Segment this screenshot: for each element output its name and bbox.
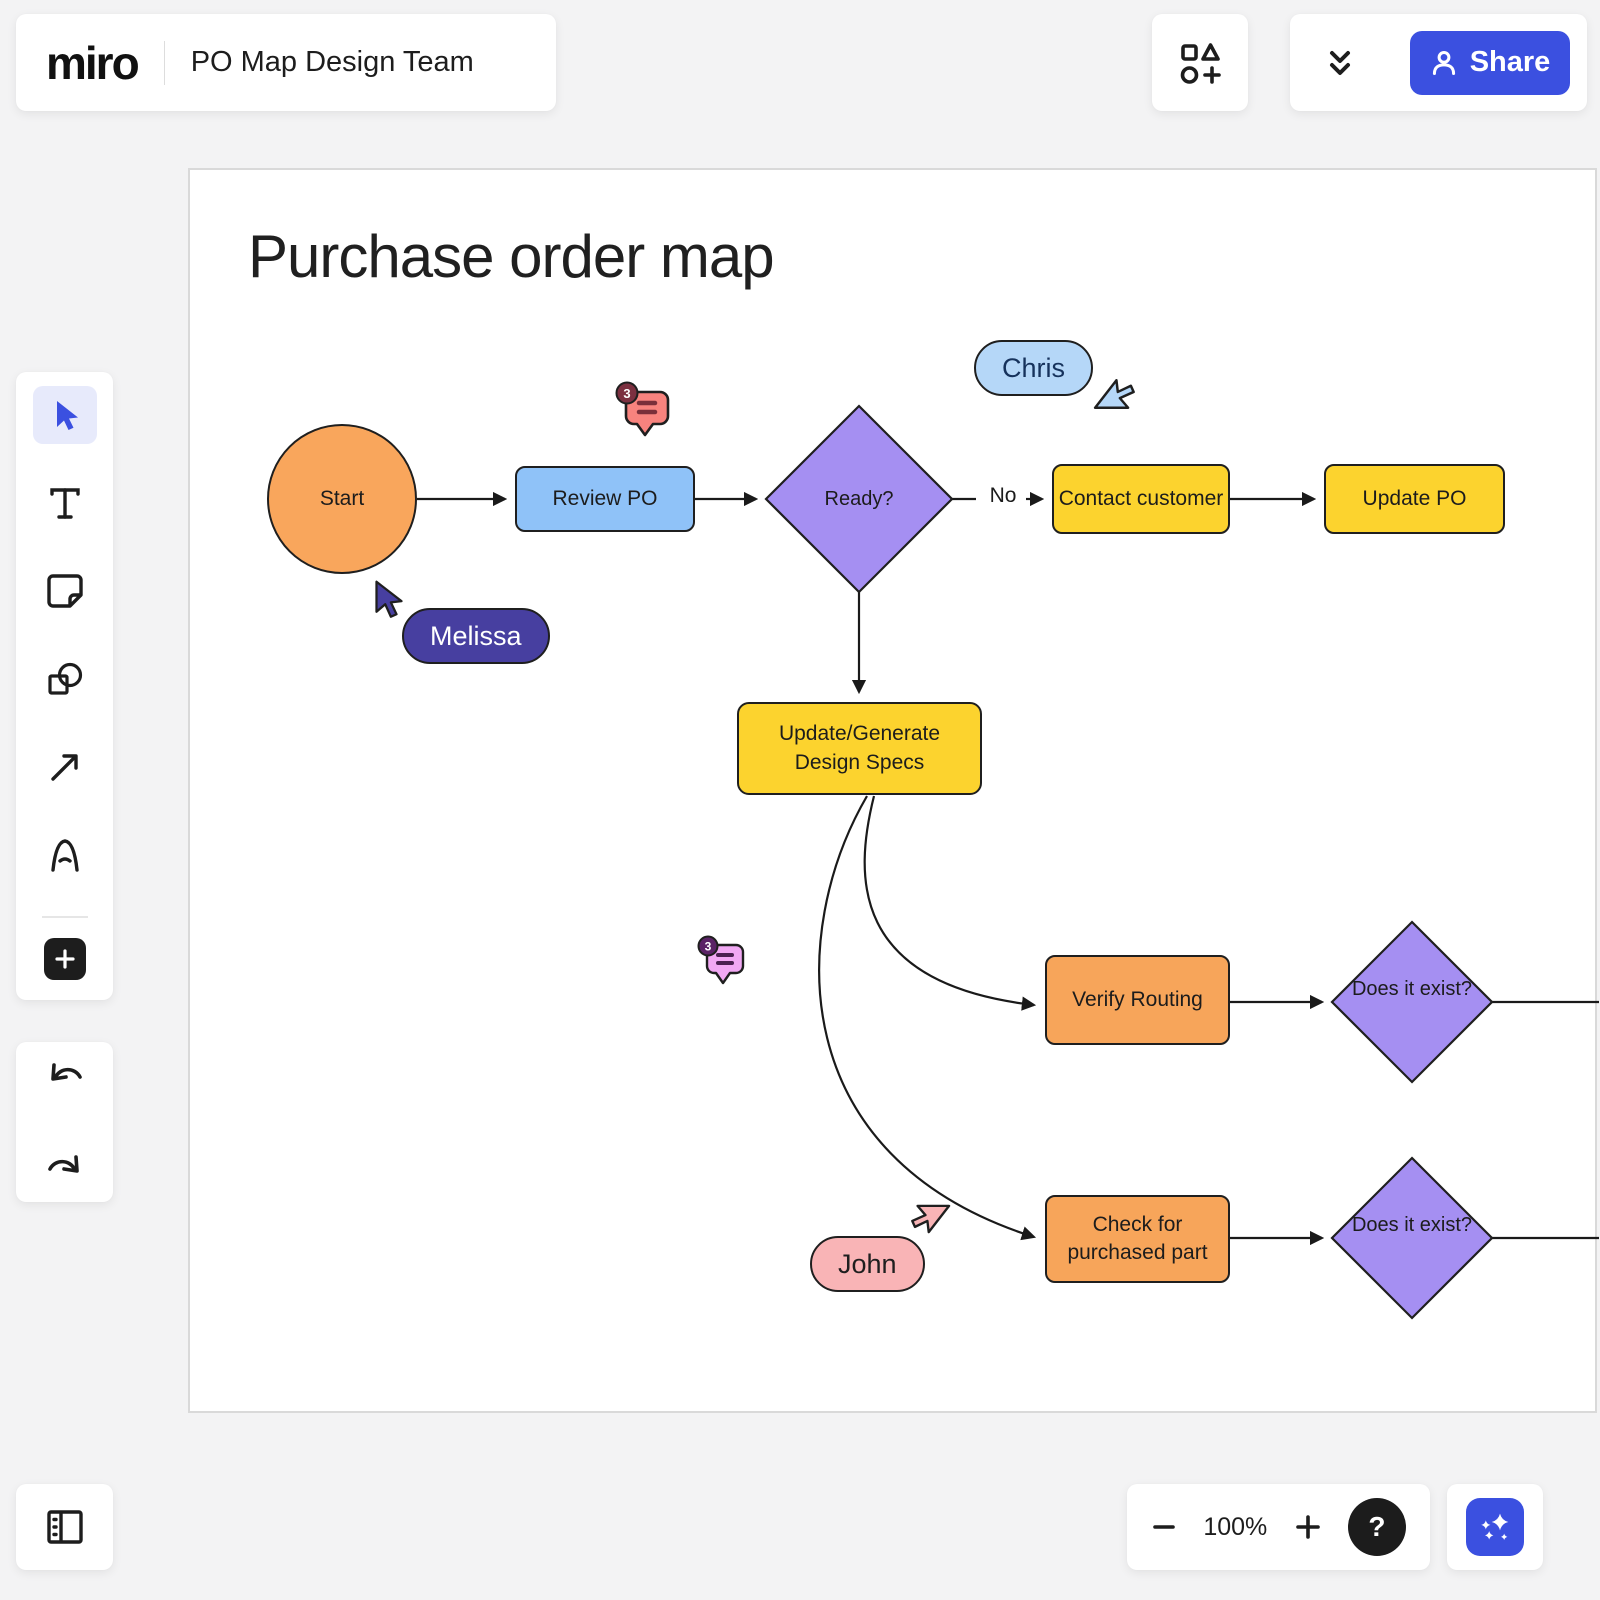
double-chevron-down-icon — [1323, 46, 1357, 80]
toolbar-divider — [42, 916, 88, 918]
node-does-it-exist-bottom-diamond[interactable] — [1332, 1158, 1492, 1318]
templates-button[interactable] — [1152, 14, 1248, 111]
node-start[interactable]: Start — [267, 424, 417, 574]
text-icon — [45, 483, 85, 523]
select-tool[interactable] — [33, 386, 97, 444]
connector-tool[interactable] — [33, 738, 97, 796]
sparkles-icon — [1475, 1507, 1515, 1547]
node-check-for-purchased-part[interactable]: Check for purchased part — [1045, 1195, 1230, 1283]
zoom-out-button[interactable] — [1151, 1514, 1177, 1540]
frames-panel-icon — [42, 1505, 88, 1549]
pen-icon — [44, 834, 86, 876]
collaborator-tag-melissa[interactable]: Melissa — [402, 608, 550, 664]
header-divider — [164, 41, 165, 85]
connector-updgen-check[interactable] — [819, 796, 1034, 1237]
cursor-icon — [45, 395, 85, 435]
node-verify-routing[interactable]: Verify Routing — [1045, 955, 1230, 1045]
collapse-toolbar-button[interactable] — [1312, 35, 1368, 91]
node-update-po[interactable]: Update PO — [1324, 464, 1505, 534]
frames-panel-button[interactable] — [16, 1484, 113, 1570]
arrow-icon — [45, 747, 85, 787]
share-button[interactable]: Share — [1410, 31, 1570, 95]
node-review-po[interactable]: Review PO — [515, 466, 695, 532]
node-label: Check for purchased part — [1061, 1211, 1214, 1268]
collaborator-tag-chris[interactable]: Chris — [974, 340, 1093, 396]
node-does-it-exist-top-diamond[interactable] — [1332, 922, 1492, 1082]
undo-button[interactable] — [33, 1047, 97, 1105]
redo-icon — [45, 1153, 85, 1183]
chris-cursor-icon — [1091, 373, 1135, 415]
board-title[interactable]: PO Map Design Team — [191, 46, 474, 79]
pen-tool[interactable] — [33, 826, 97, 884]
share-button-label: Share — [1470, 46, 1551, 79]
comment-count: 3 — [705, 940, 712, 954]
comment-badge-red[interactable]: 3 — [608, 380, 676, 442]
history-toolbar — [16, 1042, 113, 1202]
minus-icon — [1151, 1514, 1177, 1540]
ai-assist-card — [1447, 1484, 1543, 1570]
shapes-icon — [44, 658, 86, 700]
shapes-tool[interactable] — [33, 650, 97, 708]
node-ready-diamond[interactable] — [766, 406, 952, 592]
header-board-card: miro PO Map Design Team — [16, 14, 556, 111]
plus-icon — [1294, 1513, 1322, 1541]
comment-count: 3 — [623, 386, 630, 401]
collaborator-name: Melissa — [430, 621, 522, 652]
connector-updgen-verify[interactable] — [865, 796, 1034, 1005]
node-contact-customer[interactable]: Contact customer — [1052, 464, 1230, 534]
john-cursor-icon — [911, 1199, 953, 1239]
collaborator-tag-john[interactable]: John — [810, 1236, 925, 1292]
sticky-note-icon — [44, 570, 86, 612]
melissa-cursor-icon — [370, 578, 408, 618]
templates-shapes-icon — [1176, 39, 1224, 87]
node-update-generate-design-specs[interactable]: Update/Generate Design Specs — [737, 702, 982, 795]
undo-icon — [45, 1061, 85, 1091]
ai-assist-button[interactable] — [1466, 1498, 1524, 1556]
zoom-toolbar: 100% ? — [1127, 1484, 1430, 1570]
comment-badge-pink[interactable]: 3 — [690, 934, 750, 990]
edge-label-no: No — [982, 484, 1024, 508]
node-label: Update/Generate Design Specs — [769, 720, 950, 777]
help-button[interactable]: ? — [1348, 1498, 1406, 1556]
header-actions-card: Share — [1290, 14, 1587, 111]
node-label: Start — [320, 485, 364, 513]
plus-icon — [53, 947, 77, 971]
sticky-note-tool[interactable] — [33, 562, 97, 620]
more-tools-button[interactable] — [44, 938, 86, 980]
node-label: Review PO — [552, 485, 657, 513]
node-label: Contact customer — [1059, 485, 1224, 513]
board-frame[interactable]: Purchase order map Start — [188, 168, 1597, 1413]
collaborator-name: Chris — [1002, 353, 1065, 384]
zoom-level[interactable]: 100% — [1203, 1513, 1267, 1542]
redo-button[interactable] — [33, 1139, 97, 1197]
person-icon — [1430, 49, 1458, 77]
node-label: Update PO — [1363, 485, 1467, 513]
miro-logo[interactable]: miro — [46, 36, 138, 90]
tools-toolbar — [16, 372, 113, 1000]
node-label: Verify Routing — [1072, 986, 1203, 1014]
help-button-label: ? — [1368, 1511, 1385, 1543]
zoom-in-button[interactable] — [1294, 1513, 1322, 1541]
collaborator-name: John — [838, 1249, 897, 1280]
text-tool[interactable] — [33, 474, 97, 532]
